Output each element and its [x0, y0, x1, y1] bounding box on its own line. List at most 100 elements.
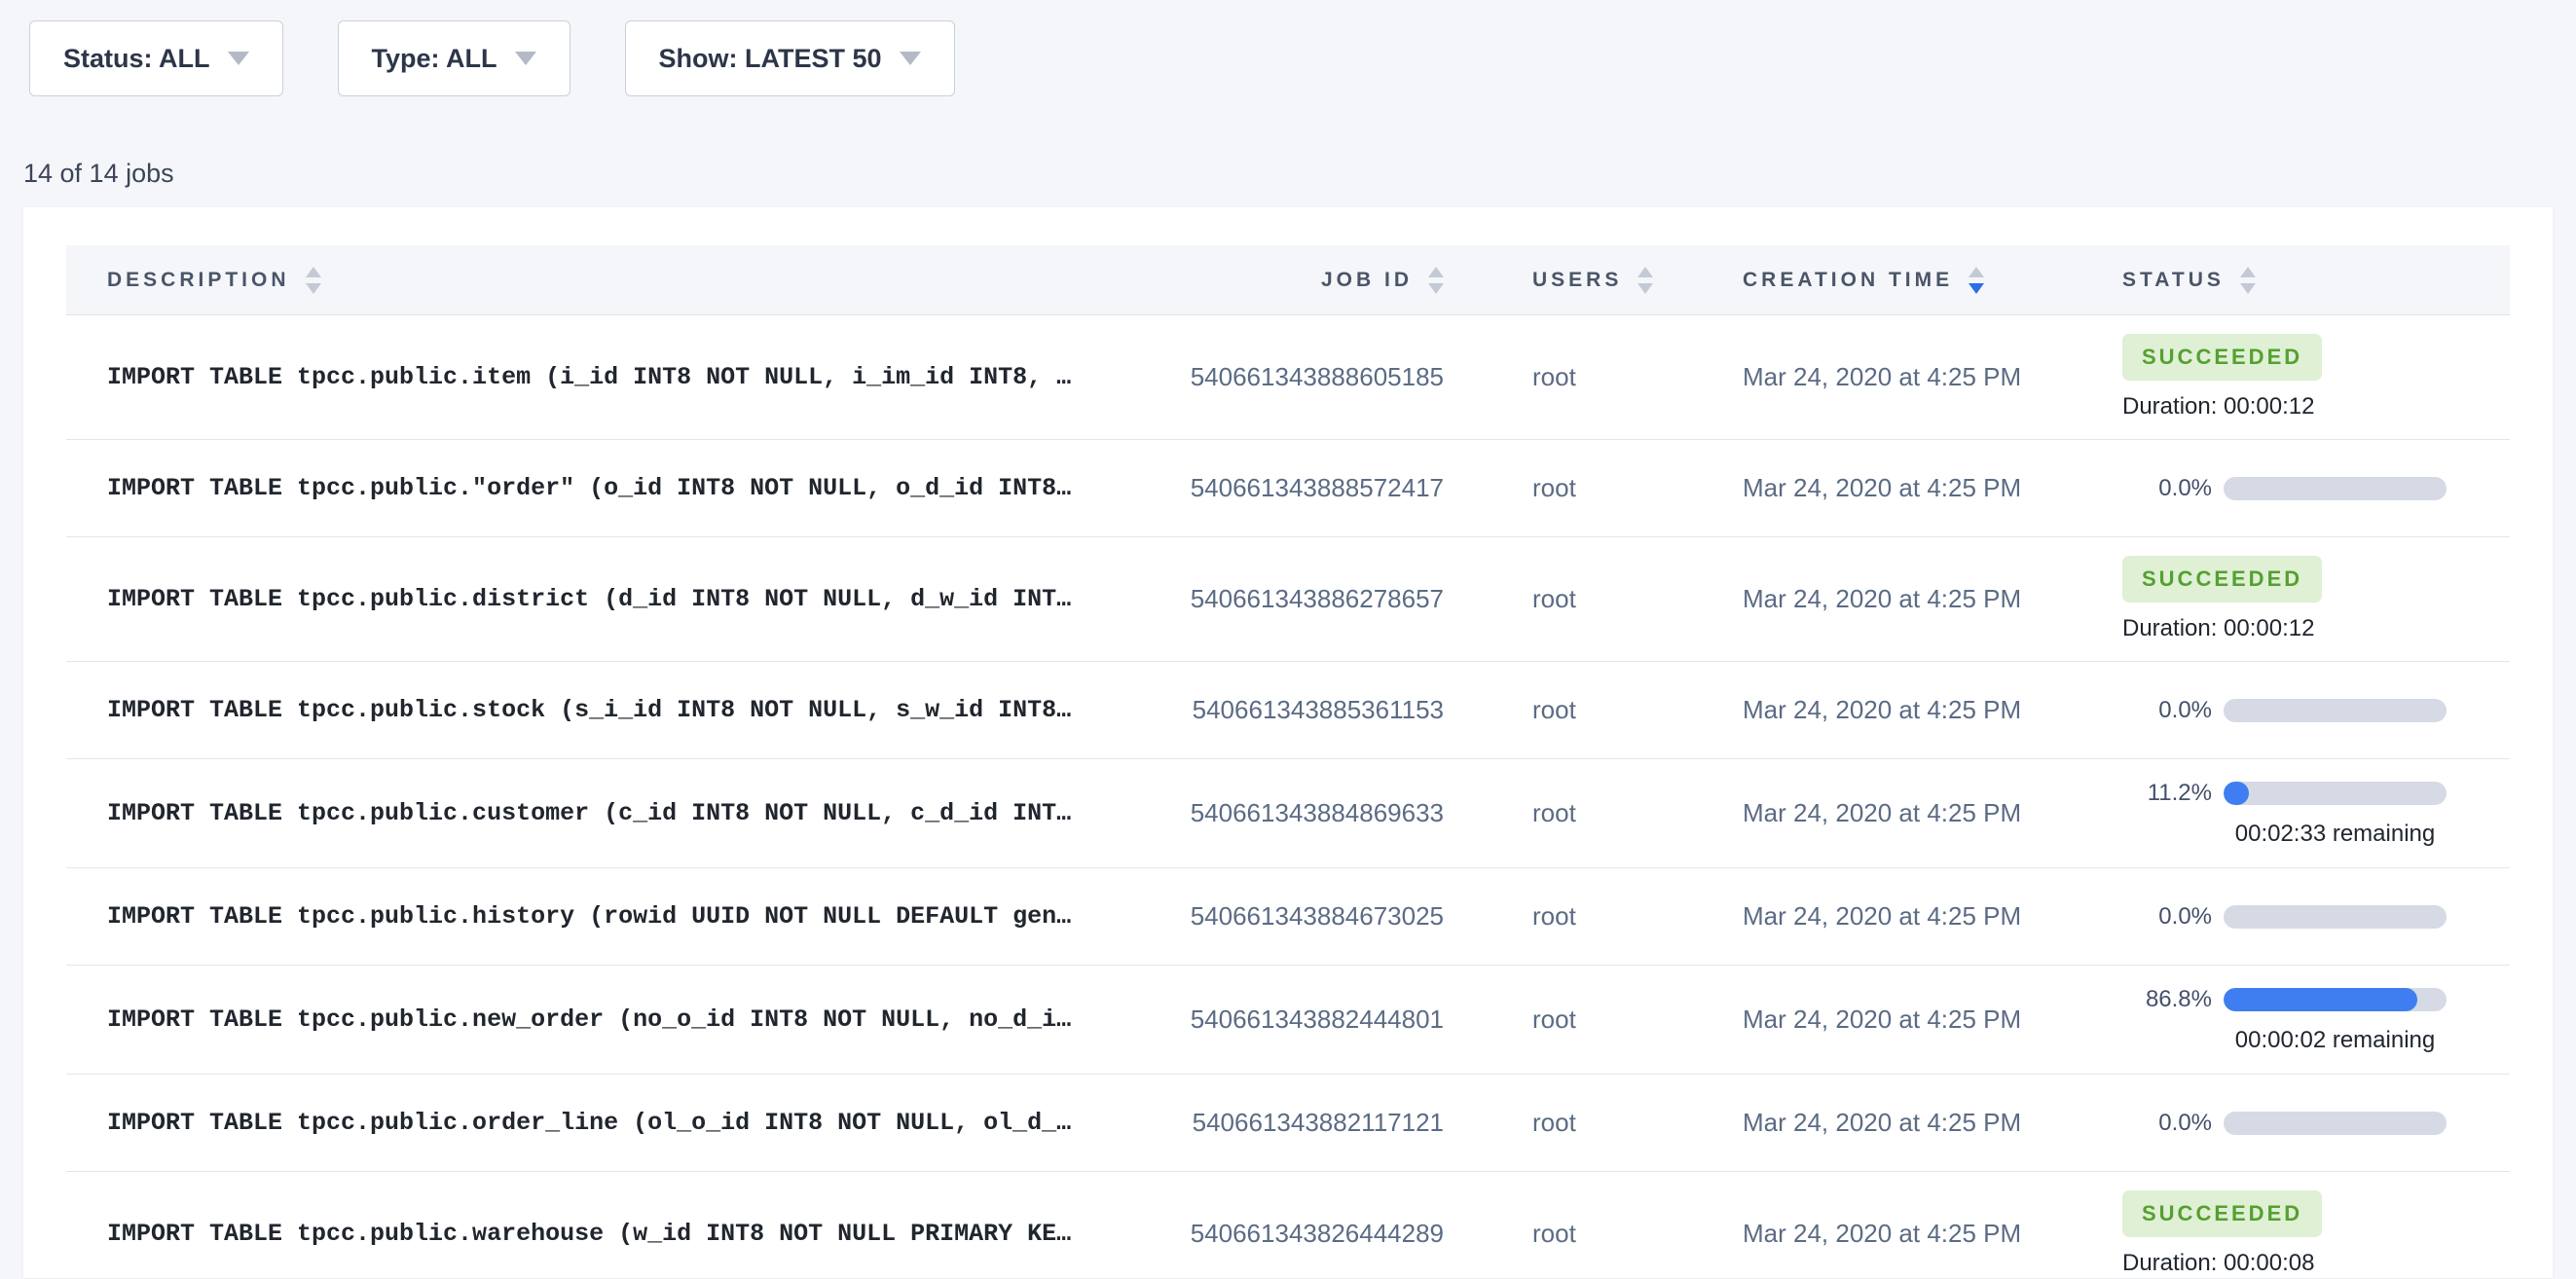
job-status-cell: 86.8% 00:00:02 remaining [2122, 972, 2510, 1068]
job-user: root [1518, 1005, 1743, 1035]
job-progress: 0.0% [2122, 1110, 2447, 1137]
progress-bar [2224, 782, 2447, 805]
status-badge: SUCCEEDED [2122, 334, 2322, 381]
job-creation-time: Mar 24, 2020 at 4:25 PM [1743, 1219, 2122, 1249]
column-label: USERS [1532, 269, 1622, 292]
job-status-cell: 11.2% 00:02:33 remaining [2122, 766, 2510, 861]
table-row: IMPORT TABLE tpcc.public.district (d_id … [66, 537, 2510, 662]
status-badge: SUCCEEDED [2122, 1190, 2322, 1237]
progress-bar [2224, 699, 2447, 722]
job-user: root [1518, 362, 1743, 392]
status-duration: Duration: 00:00:08 [2122, 1250, 2314, 1277]
job-status-cell: SUCCEEDED Duration: 00:00:08 [2122, 1177, 2510, 1279]
job-id: 540661343882444801 [1109, 1005, 1518, 1035]
sort-icon [1428, 267, 1444, 294]
job-id: 540661343884673025 [1109, 901, 1518, 932]
sort-icon [306, 267, 321, 294]
job-description: IMPORT TABLE tpcc.public.district (d_id … [66, 585, 1109, 613]
sort-icon-active [1969, 267, 1984, 294]
show-filter-dropdown[interactable]: Show: LATEST 50 [625, 20, 955, 96]
table-row: IMPORT TABLE tpcc.public.stock (s_i_id I… [66, 662, 2510, 759]
job-id: 540661343884869633 [1109, 798, 1518, 828]
job-status-cell: SUCCEEDED Duration: 00:00:12 [2122, 542, 2510, 656]
type-filter-dropdown[interactable]: Type: ALL [338, 20, 570, 96]
job-user: root [1518, 695, 1743, 725]
progress-remaining: 00:02:33 remaining [2224, 821, 2447, 848]
table-row: IMPORT TABLE tpcc.public.order_line (ol_… [66, 1075, 2510, 1172]
jobs-table-body: IMPORT TABLE tpcc.public.item (i_id INT8… [66, 315, 2510, 1279]
job-status-cell: 0.0% [2122, 890, 2510, 944]
progress-percent: 0.0% [2122, 697, 2212, 724]
job-creation-time: Mar 24, 2020 at 4:25 PM [1743, 584, 2122, 614]
chevron-down-icon [515, 52, 536, 65]
progress-bar [2224, 905, 2447, 929]
job-description: IMPORT TABLE tpcc.public.customer (c_id … [66, 799, 1109, 827]
column-header-job-id[interactable]: JOB ID [1109, 267, 1518, 294]
job-user: root [1518, 798, 1743, 828]
jobs-table-card: DESCRIPTION JOB ID USERS CREATION TIME S… [23, 207, 2553, 1278]
chevron-down-icon [900, 52, 921, 65]
column-label: DESCRIPTION [107, 269, 290, 292]
table-row: IMPORT TABLE tpcc.public.history (rowid … [66, 868, 2510, 966]
job-description: IMPORT TABLE tpcc.public.new_order (no_o… [66, 1005, 1109, 1034]
status-duration: Duration: 00:00:12 [2122, 393, 2314, 420]
job-user: root [1518, 584, 1743, 614]
job-id: 540661343882117121 [1109, 1108, 1518, 1138]
job-description: IMPORT TABLE tpcc.public."order" (o_id I… [66, 474, 1109, 502]
job-id: 540661343885361153 [1109, 695, 1518, 725]
chevron-down-icon [228, 52, 249, 65]
job-status-cell: 0.0% [2122, 683, 2510, 738]
job-progress: 11.2% [2122, 780, 2447, 807]
job-description: IMPORT TABLE tpcc.public.warehouse (w_id… [66, 1220, 1109, 1248]
job-description: IMPORT TABLE tpcc.public.order_line (ol_… [66, 1109, 1109, 1137]
sort-icon [1638, 267, 1653, 294]
job-id: 540661343888572417 [1109, 473, 1518, 503]
type-filter-label: Type: ALL [372, 44, 497, 74]
status-duration: Duration: 00:00:12 [2122, 615, 2314, 642]
progress-percent: 0.0% [2122, 1110, 2212, 1137]
column-label: CREATION TIME [1743, 269, 1953, 292]
table-row: IMPORT TABLE tpcc.public."order" (o_id I… [66, 440, 2510, 537]
job-description: IMPORT TABLE tpcc.public.item (i_id INT8… [66, 363, 1109, 391]
job-creation-time: Mar 24, 2020 at 4:25 PM [1743, 473, 2122, 503]
progress-remaining: 00:00:02 remaining [2224, 1027, 2447, 1054]
job-progress: 0.0% [2122, 475, 2447, 502]
progress-bar [2224, 988, 2447, 1011]
show-filter-label: Show: LATEST 50 [659, 44, 882, 74]
progress-bar-fill [2224, 782, 2249, 805]
job-progress: 0.0% [2122, 903, 2447, 931]
job-status-cell: SUCCEEDED Duration: 00:00:12 [2122, 320, 2510, 434]
progress-percent: 86.8% [2122, 986, 2212, 1013]
job-progress: 0.0% [2122, 697, 2447, 724]
column-header-creation-time[interactable]: CREATION TIME [1743, 267, 2122, 294]
job-id: 540661343826444289 [1109, 1219, 1518, 1249]
job-id: 540661343888605185 [1109, 362, 1518, 392]
job-creation-time: Mar 24, 2020 at 4:25 PM [1743, 901, 2122, 932]
job-status-cell: 0.0% [2122, 1096, 2510, 1151]
progress-bar-fill [2224, 988, 2417, 1011]
progress-bar [2224, 1112, 2447, 1135]
job-user: root [1518, 901, 1743, 932]
progress-percent: 0.0% [2122, 903, 2212, 931]
job-creation-time: Mar 24, 2020 at 4:25 PM [1743, 798, 2122, 828]
job-creation-time: Mar 24, 2020 at 4:25 PM [1743, 362, 2122, 392]
table-row: IMPORT TABLE tpcc.public.new_order (no_o… [66, 966, 2510, 1075]
status-badge: SUCCEEDED [2122, 556, 2322, 603]
column-header-description[interactable]: DESCRIPTION [66, 267, 1109, 294]
table-row: IMPORT TABLE tpcc.public.item (i_id INT8… [66, 315, 2510, 440]
job-description: IMPORT TABLE tpcc.public.stock (s_i_id I… [66, 696, 1109, 724]
column-header-status[interactable]: STATUS [2122, 267, 2510, 294]
column-header-users[interactable]: USERS [1518, 267, 1743, 294]
job-progress: 86.8% [2122, 986, 2447, 1013]
progress-percent: 11.2% [2122, 780, 2212, 807]
job-user: root [1518, 473, 1743, 503]
table-row: IMPORT TABLE tpcc.public.customer (c_id … [66, 759, 2510, 868]
table-row: IMPORT TABLE tpcc.public.warehouse (w_id… [66, 1172, 2510, 1279]
job-creation-time: Mar 24, 2020 at 4:25 PM [1743, 1108, 2122, 1138]
job-user: root [1518, 1108, 1743, 1138]
jobs-count: 14 of 14 jobs [23, 159, 2576, 189]
column-label: STATUS [2122, 269, 2225, 292]
status-filter-dropdown[interactable]: Status: ALL [29, 20, 283, 96]
column-label: JOB ID [1321, 269, 1413, 292]
job-description: IMPORT TABLE tpcc.public.history (rowid … [66, 902, 1109, 931]
